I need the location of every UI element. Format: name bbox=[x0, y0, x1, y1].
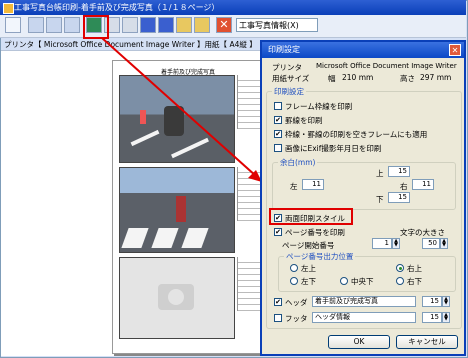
pos-bottom-right-label: 右下 bbox=[407, 277, 422, 286]
footer-label: フッタ bbox=[285, 314, 308, 323]
start-page-spinner[interactable]: ▲ ▼ bbox=[392, 238, 400, 249]
position-caption: ページ番号出力位置 bbox=[284, 251, 356, 262]
margin-top-input[interactable]: 15 bbox=[388, 166, 410, 177]
frame-label: フレーム枠線を印刷 bbox=[285, 102, 353, 111]
margin-left-label: 左 bbox=[290, 182, 298, 191]
footer-checkbox[interactable] bbox=[274, 314, 282, 322]
margin-left-input[interactable]: 11 bbox=[302, 179, 324, 190]
close-icon[interactable]: ✕ bbox=[449, 44, 461, 56]
footer-size-input[interactable]: 15 bbox=[422, 312, 442, 323]
height-label: 高さ bbox=[400, 74, 415, 83]
margin-bottom-label: 下 bbox=[376, 195, 384, 204]
margin-right-input[interactable]: 11 bbox=[412, 179, 434, 190]
margin-bottom-input[interactable]: 15 bbox=[388, 192, 410, 203]
pos-top-right-label: 右上 bbox=[407, 264, 422, 273]
duplex-highlight bbox=[269, 208, 353, 225]
pos-bottom-left-radio[interactable] bbox=[290, 277, 298, 285]
start-page-input[interactable]: 1 bbox=[372, 238, 392, 249]
printer-value: Microsoft Office Document Image Writer bbox=[316, 62, 457, 70]
header-size-spinner[interactable]: ▲ ▼ bbox=[442, 296, 450, 307]
start-page-label: ページ開始番号 bbox=[282, 241, 335, 250]
margin-top-label: 上 bbox=[376, 169, 384, 178]
pos-bottom-right-radio[interactable] bbox=[396, 277, 404, 285]
font-size-label: 文字の大きさ bbox=[400, 228, 445, 237]
width-value: 210 mm bbox=[342, 73, 374, 82]
font-size-input[interactable]: 50 bbox=[422, 238, 440, 249]
print-settings-dialog: 印刷設定 ✕ プリンタ Microsoft Office Document Im… bbox=[260, 40, 466, 356]
margin-right-label: 右 bbox=[400, 182, 408, 191]
dialog-title: 印刷設定 bbox=[268, 45, 300, 54]
ok-button[interactable]: OK bbox=[328, 335, 390, 349]
cancel-button[interactable]: キャンセル bbox=[396, 335, 458, 349]
paper-size-label: 用紙サイズ bbox=[272, 74, 310, 83]
header-label: ヘッダ bbox=[285, 298, 308, 307]
pos-top-right-radio[interactable] bbox=[396, 264, 404, 272]
print-settings-caption: 印刷設定 bbox=[272, 86, 306, 97]
margin-caption: 余白(mm) bbox=[278, 157, 318, 168]
pos-bottom-left-label: 左下 bbox=[301, 277, 316, 286]
dialog-title-bar: 印刷設定 ✕ bbox=[262, 42, 464, 58]
pos-bottom-center-label: 中央下 bbox=[351, 277, 374, 286]
rule-checkbox[interactable]: ✔ bbox=[274, 116, 282, 124]
font-size-spinner[interactable]: ▲ ▼ bbox=[440, 238, 448, 249]
exif-label: 画像にExif撮影年月日を印刷 bbox=[285, 144, 382, 153]
width-label: 幅 bbox=[328, 74, 336, 83]
printer-label: プリンタ bbox=[272, 63, 302, 72]
page-number-label: ページ番号を印刷 bbox=[285, 228, 345, 237]
rule-label: 罫線を印刷 bbox=[285, 116, 323, 125]
footer-text-input[interactable]: ヘッダ情報 bbox=[312, 312, 416, 323]
pos-top-left-radio[interactable] bbox=[290, 264, 298, 272]
empty-frame-checkbox[interactable]: ✔ bbox=[274, 130, 282, 138]
header-size-input[interactable]: 15 bbox=[422, 296, 442, 307]
frame-checkbox[interactable] bbox=[274, 102, 282, 110]
header-text-input[interactable]: 着手前及び完成写真 bbox=[312, 296, 416, 307]
height-value: 297 mm bbox=[420, 73, 452, 82]
footer-size-spinner[interactable]: ▲ ▼ bbox=[442, 312, 450, 323]
pos-bottom-center-radio[interactable] bbox=[340, 277, 348, 285]
page-number-checkbox[interactable]: ✔ bbox=[274, 228, 282, 236]
exif-checkbox[interactable] bbox=[274, 144, 282, 152]
empty-frame-label: 枠線・罫線の印刷を空きフレームにも適用 bbox=[285, 130, 428, 139]
header-checkbox[interactable]: ✔ bbox=[274, 298, 282, 306]
pos-top-left-label: 左上 bbox=[301, 264, 316, 273]
